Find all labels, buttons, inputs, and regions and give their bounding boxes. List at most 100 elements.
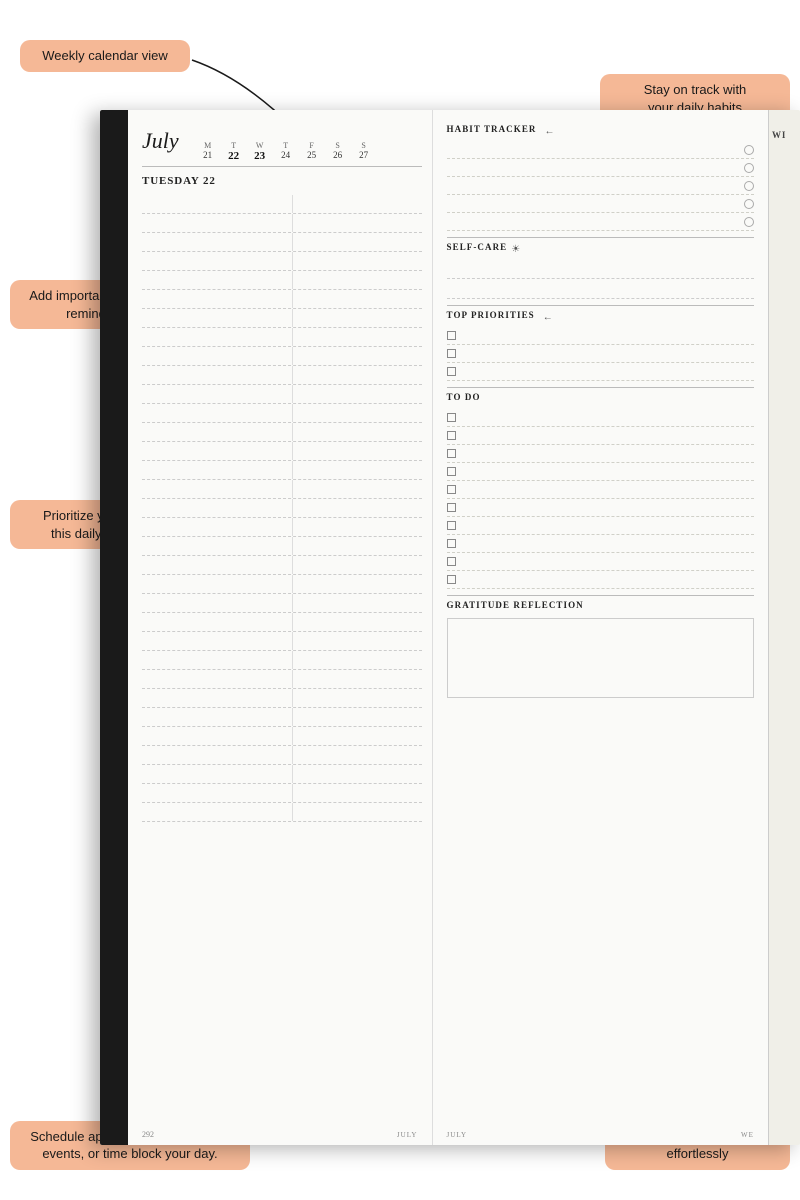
footer-july-label: JULY [447,1131,468,1139]
top-priorities-label: TOP PRIORITIES [447,310,535,320]
todo-header: TO DO [447,392,754,406]
page-number: 292 [142,1130,154,1139]
arrow-icon: ← [545,126,555,137]
schedule-row [142,765,422,784]
schedule-row [142,689,422,708]
todo-row-5 [447,481,754,499]
priority-checkbox-1[interactable] [447,331,456,340]
selfcare-row-2 [447,279,754,299]
day-col-sat: S 26 [325,141,351,162]
right-page-footer: JULY WE [433,1131,768,1139]
gratitude-box[interactable] [447,618,754,698]
schedule-row [142,214,422,233]
divider-gratitude [447,595,754,596]
todo-label: TO DO [447,392,481,402]
todo-row-8 [447,535,754,553]
footer-left-label: JULY [397,1131,418,1139]
habit-tracker-header: HABIT TRACKER ← [447,124,754,138]
priority-row-3 [447,363,754,381]
schedule-row [142,632,422,651]
schedule-row [142,442,422,461]
day-heading: TUESDAY 22 [142,175,422,187]
todo-row-3 [447,445,754,463]
habit-rows [447,141,754,231]
divider-todo [447,387,754,388]
schedule-row [142,195,422,214]
todo-row-4 [447,463,754,481]
schedule-row [142,499,422,518]
habit-tracker-label: HABIT TRACKER [447,124,537,134]
schedule-row [142,727,422,746]
habit-circle-3[interactable] [744,181,754,191]
todo-checkbox-8[interactable] [447,539,456,548]
schedule-row [142,651,422,670]
todo-checkbox-2[interactable] [447,431,456,440]
todo-checkbox-10[interactable] [447,575,456,584]
schedule-row [142,784,422,803]
month-title: July [142,128,179,154]
schedule-row [142,594,422,613]
todo-checkbox-4[interactable] [447,467,456,476]
schedule-row [142,670,422,689]
todo-checkbox-9[interactable] [447,557,456,566]
schedule-row [142,385,422,404]
schedule-row [142,518,422,537]
priority-checkbox-3[interactable] [447,367,456,376]
habit-row-3 [447,177,754,195]
priorities-arrow-icon: ← [543,312,553,323]
day-col-fri: F 25 [299,141,325,162]
todo-row-9 [447,553,754,571]
todo-row-10 [447,571,754,589]
day-col-tue: T 22 [221,141,247,162]
habit-row-4 [447,195,754,213]
todo-checkbox-1[interactable] [447,413,456,422]
far-right-page: WI [768,110,800,1145]
gratitude-header: GRATITUDE REFLECTION [447,600,754,614]
left-page: July M 21 T 22 W 23 T 24 [128,110,433,1145]
habit-circle-4[interactable] [744,199,754,209]
gratitude-label: GRATITUDE REFLECTION [447,600,584,610]
habit-circle-5[interactable] [744,217,754,227]
habit-row-1 [447,141,754,159]
todo-checkbox-5[interactable] [447,485,456,494]
day-col-thu: T 24 [273,141,299,162]
top-priorities-header: TOP PRIORITIES ← [447,310,754,324]
habit-circle-1[interactable] [744,145,754,155]
priority-checkbox-2[interactable] [447,349,456,358]
schedule-row [142,537,422,556]
todo-row-6 [447,499,754,517]
schedule-row [142,461,422,480]
habit-row-5 [447,213,754,231]
schedule-row [142,328,422,347]
schedule-row [142,366,422,385]
schedule-row [142,556,422,575]
day-col-wed: W 23 [247,141,273,162]
todo-rows [447,409,754,589]
schedule-row [142,271,422,290]
notebook: July M 21 T 22 W 23 T 24 [100,110,800,1145]
schedule-row [142,252,422,271]
day-col-mon: M 21 [195,141,221,162]
schedule-row [142,309,422,328]
top-priority-rows [447,327,754,381]
todo-row-7 [447,517,754,535]
far-right-content: WI [769,110,800,140]
schedule-row [142,746,422,765]
habit-circle-2[interactable] [744,163,754,173]
todo-row-1 [447,409,754,427]
sun-icon: ☀ [511,244,520,255]
priority-row-2 [447,345,754,363]
schedule-row [142,803,422,822]
page-header: July M 21 T 22 W 23 T 24 [142,128,422,167]
schedule-row [142,480,422,499]
footer-we-label: WE [741,1131,754,1139]
schedule-row [142,233,422,252]
priority-row-1 [447,327,754,345]
schedule-row [142,575,422,594]
todo-checkbox-6[interactable] [447,503,456,512]
todo-checkbox-3[interactable] [447,449,456,458]
divider-priorities [447,305,754,306]
schedule-row [142,613,422,632]
selfcare-label: SELF-CARE [447,242,508,252]
todo-checkbox-7[interactable] [447,521,456,530]
